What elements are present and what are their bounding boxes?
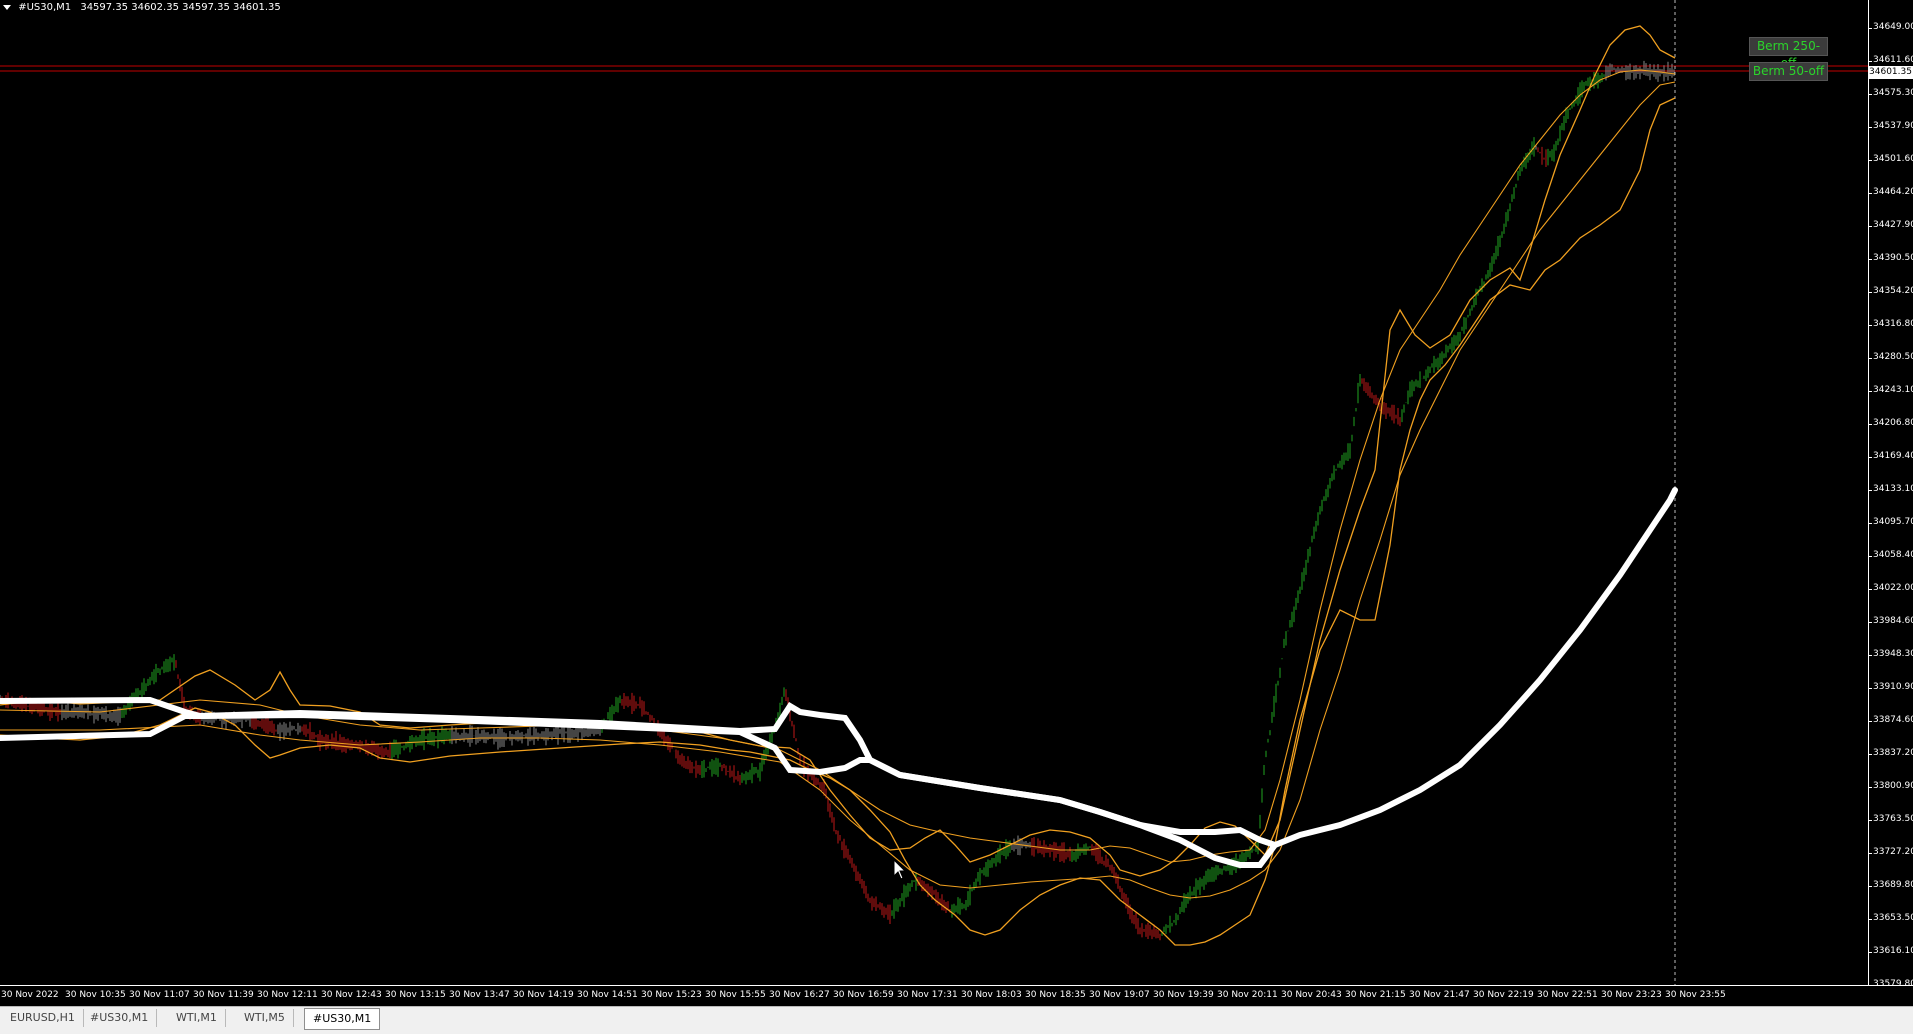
price-tick: 34169.40 — [1868, 451, 1913, 461]
price-tick: 33837.20 — [1868, 748, 1913, 758]
time-tick: 30 Nov 11:39 — [193, 990, 254, 1000]
time-tick: 30 Nov 16:27 — [769, 990, 830, 1000]
berm-50-label[interactable]: Berm 50-off — [1749, 62, 1828, 81]
time-tick: 30 Nov 20:43 — [1281, 990, 1342, 1000]
price-tick: 33616.10 — [1868, 946, 1913, 956]
price-tick: 33910.90 — [1868, 682, 1913, 692]
berm-250-label[interactable]: Berm 250-off — [1749, 37, 1828, 70]
time-tick: 30 Nov 16:59 — [833, 990, 894, 1000]
time-tick: 30 Nov 22:51 — [1537, 990, 1598, 1000]
time-tick: 30 Nov 13:15 — [385, 990, 446, 1000]
price-tick: 34133.10 — [1868, 484, 1913, 494]
time-tick: 30 Nov 2022 — [1, 990, 59, 1000]
time-tick: 30 Nov 20:11 — [1217, 990, 1278, 1000]
time-tick: 30 Nov 23:55 — [1665, 990, 1726, 1000]
price-tick: 33763.50 — [1868, 814, 1913, 824]
chart-tab[interactable]: WTI,M5 — [236, 1009, 294, 1027]
time-tick: 30 Nov 12:43 — [321, 990, 382, 1000]
time-tick: 30 Nov 14:19 — [513, 990, 574, 1000]
time-tick: 30 Nov 13:47 — [449, 990, 510, 1000]
time-tick: 30 Nov 14:51 — [577, 990, 638, 1000]
price-tick: 33948.30 — [1868, 649, 1913, 659]
price-tick: 34427.90 — [1868, 220, 1913, 230]
price-tick: 34501.60 — [1868, 154, 1913, 164]
chevron-down-icon[interactable] — [3, 4, 11, 10]
price-tick: 34390.50 — [1868, 253, 1913, 263]
price-tick: 33689.80 — [1868, 880, 1913, 890]
price-tick: 33800.90 — [1868, 781, 1913, 791]
price-tick: 34243.10 — [1868, 385, 1913, 395]
time-tick: 30 Nov 10:35 — [65, 990, 126, 1000]
price-tick: 33874.60 — [1868, 715, 1913, 725]
time-tick: 30 Nov 18:03 — [961, 990, 1022, 1000]
mouse-cursor-icon — [893, 859, 907, 880]
price-axis[interactable]: 34649.00 34611.60 34575.30 34537.90 34501.60… — [1868, 0, 1913, 989]
band-lower-slow — [0, 81, 1676, 899]
time-tick: 30 Nov 17:31 — [897, 990, 958, 1000]
chart-tab[interactable]: #US30,M1 — [82, 1009, 158, 1027]
price-chart[interactable] — [0, 0, 1868, 985]
price-tick: 34280.50 — [1868, 352, 1913, 362]
price-tick: 34316.80 — [1868, 319, 1913, 329]
price-tick: 33653.50 — [1868, 913, 1913, 923]
chart-tab[interactable]: EURUSD,H1 — [2, 1009, 84, 1027]
chart-tab-bar: EURUSD,H1 #US30,M1 WTI,M1 WTI,M5 #US30,M1 — [0, 1006, 1913, 1034]
symbol-header: #US30,M1 34597.35 34602.35 34597.35 3460… — [3, 2, 281, 13]
time-tick: 30 Nov 11:07 — [129, 990, 190, 1000]
time-tick: 30 Nov 19:07 — [1089, 990, 1150, 1000]
ma-thick-long — [1272, 487, 1678, 848]
band-upper-fast — [0, 25, 1676, 877]
price-tick: 34354.20 — [1868, 286, 1913, 296]
time-tick: 30 Nov 15:23 — [641, 990, 702, 1000]
time-tick: 30 Nov 15:55 — [705, 990, 766, 1000]
price-tick: 33984.60 — [1868, 616, 1913, 626]
price-tick: 34095.70 — [1868, 517, 1913, 527]
chart-tab[interactable]: #US30,M1 — [304, 1008, 381, 1030]
time-tick: 30 Nov 19:39 — [1153, 990, 1214, 1000]
price-tick: 34022.00 — [1868, 583, 1913, 593]
price-tick: 34575.30 — [1868, 88, 1913, 98]
ma-thick-upper — [0, 696, 1278, 848]
time-tick: 30 Nov 23:23 — [1601, 990, 1662, 1000]
ma-thick-lower — [0, 711, 1278, 868]
band-lower-fast — [0, 97, 1676, 946]
time-tick: 30 Nov 22:19 — [1473, 990, 1534, 1000]
price-tick: 33727.20 — [1868, 847, 1913, 857]
chart-area[interactable]: #US30,M1 34597.35 34602.35 34597.35 3460… — [0, 0, 1868, 985]
symbol-name: #US30,M1 — [18, 2, 72, 13]
band-upper-slow — [0, 69, 1676, 863]
price-tick: 34058.40 — [1868, 550, 1913, 560]
time-axis[interactable]: 30 Nov 2022 30 Nov 10:35 30 Nov 11:07 30 No… — [0, 985, 1913, 1006]
price-tick: 34464.20 — [1868, 187, 1913, 197]
chart-tab[interactable]: WTI,M1 — [168, 1009, 226, 1027]
time-tick: 30 Nov 21:47 — [1409, 990, 1470, 1000]
ohlc-values: 34597.35 34602.35 34597.35 34601.35 — [80, 2, 281, 13]
candles-group — [0, 60, 1675, 941]
time-tick: 30 Nov 18:35 — [1025, 990, 1086, 1000]
price-tick: 34537.90 — [1868, 121, 1913, 131]
price-tick: 34206.80 — [1868, 418, 1913, 428]
price-tick: 34649.00 — [1868, 22, 1913, 32]
time-tick: 30 Nov 12:11 — [257, 990, 318, 1000]
current-price-label: 34601.35 — [1868, 66, 1913, 79]
price-tick: 34611.60 — [1868, 55, 1913, 65]
time-tick: 30 Nov 21:15 — [1345, 990, 1406, 1000]
